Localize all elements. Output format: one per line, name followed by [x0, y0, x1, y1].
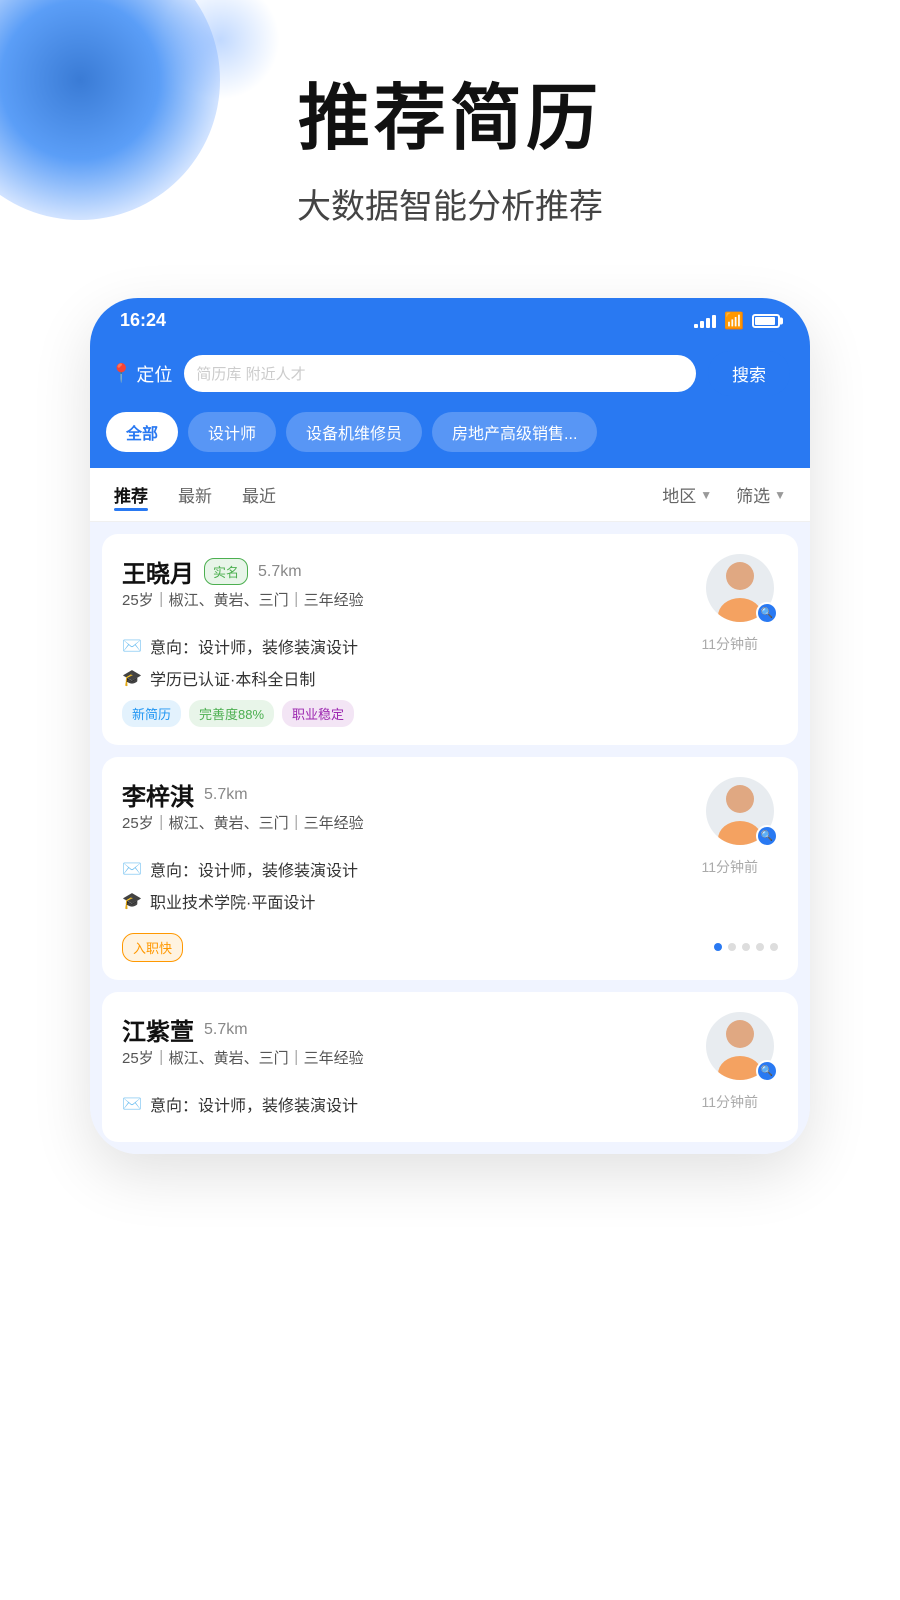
avatar-search-icon-3: [756, 1060, 778, 1082]
tag-complete-1: 完善度88%: [189, 700, 274, 727]
card-time-1: 11分钟前: [701, 634, 758, 654]
location-text: 定位: [136, 361, 172, 387]
resume-list: 王晓月 实名 5.7km 25岁｜椒江、黄岩、三门｜三年经验: [90, 522, 810, 1154]
filter-screen[interactable]: 筛选 ▼: [736, 482, 786, 507]
avatar-search-icon-2: [756, 825, 778, 847]
graduation-icon-1: 🎓: [122, 670, 142, 686]
sort-recommend[interactable]: 推荐: [114, 482, 148, 507]
card-tags-2: 入职快: [122, 933, 183, 962]
status-bar: 16:24 📶: [90, 298, 810, 339]
card-meta-3: 25岁｜椒江、黄岩、三门｜三年经验: [122, 1047, 364, 1068]
distance-2: 5.7km: [204, 786, 248, 804]
status-icons: 📶: [694, 311, 780, 331]
dot-indicators: [714, 943, 778, 951]
page-content: 推荐简历 大数据智能分析推荐 16:24 📶 �: [0, 0, 900, 1154]
resume-card-2[interactable]: 李梓淇 5.7km 25岁｜椒江、黄岩、三门｜三年经验: [102, 757, 798, 980]
phone-mockup: 16:24 📶 📍 定位 简历库 附近人才: [90, 298, 810, 1154]
sort-recent[interactable]: 最近: [242, 482, 276, 507]
candidate-name-2: 李梓淇: [122, 777, 194, 812]
tag-fast-2: 入职快: [122, 933, 183, 962]
card-name-row-1: 王晓月 实名 5.7km: [122, 554, 364, 589]
search-header: 📍 定位 简历库 附近人才 搜索: [90, 339, 810, 412]
graduation-icon-2: 🎓: [122, 893, 142, 909]
hero-title: 推荐简历: [297, 80, 603, 159]
resume-card-3[interactable]: 江紫萱 5.7km 25岁｜椒江、黄岩、三门｜三年经验: [102, 992, 798, 1142]
avatar-search-icon-1: [756, 602, 778, 624]
avatar-1: [706, 554, 778, 626]
search-box[interactable]: 简历库 附近人才: [184, 355, 696, 392]
search-placeholder: 简历库 附近人才: [196, 363, 305, 384]
chevron-down-icon-2: ▼: [774, 488, 786, 502]
candidate-name-3: 江紫萱: [122, 1012, 194, 1047]
cat-tab-designer[interactable]: 设计师: [188, 412, 276, 452]
intention-row-3: ✉️ 意向：设计师，装修装演设计 11分钟前: [122, 1092, 778, 1116]
location-label[interactable]: 📍 定位: [110, 361, 172, 387]
distance-3: 5.7km: [204, 1021, 248, 1039]
candidate-name-1: 王晓月: [122, 554, 194, 589]
education-row-2: 🎓 职业技术学院·平面设计: [122, 889, 778, 913]
category-tabs: 全部 设计师 设备机维修员 房地产高级销售...: [90, 412, 810, 468]
tag-stable-1: 职业稳定: [282, 700, 354, 727]
avatar-2: [706, 777, 778, 849]
resume-card-1[interactable]: 王晓月 实名 5.7km 25岁｜椒江、黄岩、三门｜三年经验: [102, 534, 798, 745]
envelope-icon-2: ✉️: [122, 861, 142, 877]
card-tags-1: 新简历 完善度88% 职业稳定: [122, 700, 778, 727]
card-meta-1: 25岁｜椒江、黄岩、三门｜三年经验: [122, 589, 364, 610]
filter-region[interactable]: 地区 ▼: [662, 482, 712, 507]
card-time-2: 11分钟前: [701, 857, 758, 877]
tag-new-1: 新简历: [122, 700, 181, 727]
cat-tab-realestate[interactable]: 房地产高级销售...: [432, 412, 597, 452]
card-name-row-3: 江紫萱 5.7km: [122, 1012, 364, 1047]
card-meta-2: 25岁｜椒江、黄岩、三门｜三年经验: [122, 812, 364, 833]
card-time-3: 11分钟前: [701, 1092, 758, 1112]
cat-tab-equipment[interactable]: 设备机维修员: [286, 412, 422, 452]
intention-row-2: ✉️ 意向：设计师，装修装演设计 11分钟前: [122, 857, 778, 881]
envelope-icon-3: ✉️: [122, 1096, 142, 1112]
sort-filter-group: 地区 ▼ 筛选 ▼: [662, 482, 786, 507]
sort-bar: 推荐 最新 最近 地区 ▼ 筛选 ▼: [90, 468, 810, 522]
chevron-down-icon: ▼: [700, 488, 712, 502]
status-time: 16:24: [120, 310, 166, 331]
intention-row-1: ✉️ 意向：设计师，装修装演设计 11分钟前: [122, 634, 778, 658]
sort-newest[interactable]: 最新: [178, 482, 212, 507]
distance-1: 5.7km: [258, 563, 302, 581]
hero-section: 推荐简历 大数据智能分析推荐: [297, 0, 603, 268]
search-button[interactable]: 搜索: [708, 351, 790, 396]
battery-icon: [752, 314, 780, 328]
hero-subtitle: 大数据智能分析推荐: [297, 179, 603, 228]
avatar-3: [706, 1012, 778, 1084]
cat-tab-all[interactable]: 全部: [106, 412, 178, 452]
location-pin-icon: 📍: [110, 363, 132, 384]
envelope-icon-1: ✉️: [122, 638, 142, 654]
verified-badge-1: 实名: [204, 558, 248, 585]
signal-icon: [694, 314, 716, 328]
card-name-row-2: 李梓淇 5.7km: [122, 777, 364, 812]
education-row-1: 🎓 学历已认证·本科全日制: [122, 666, 778, 690]
wifi-icon: 📶: [724, 311, 744, 331]
